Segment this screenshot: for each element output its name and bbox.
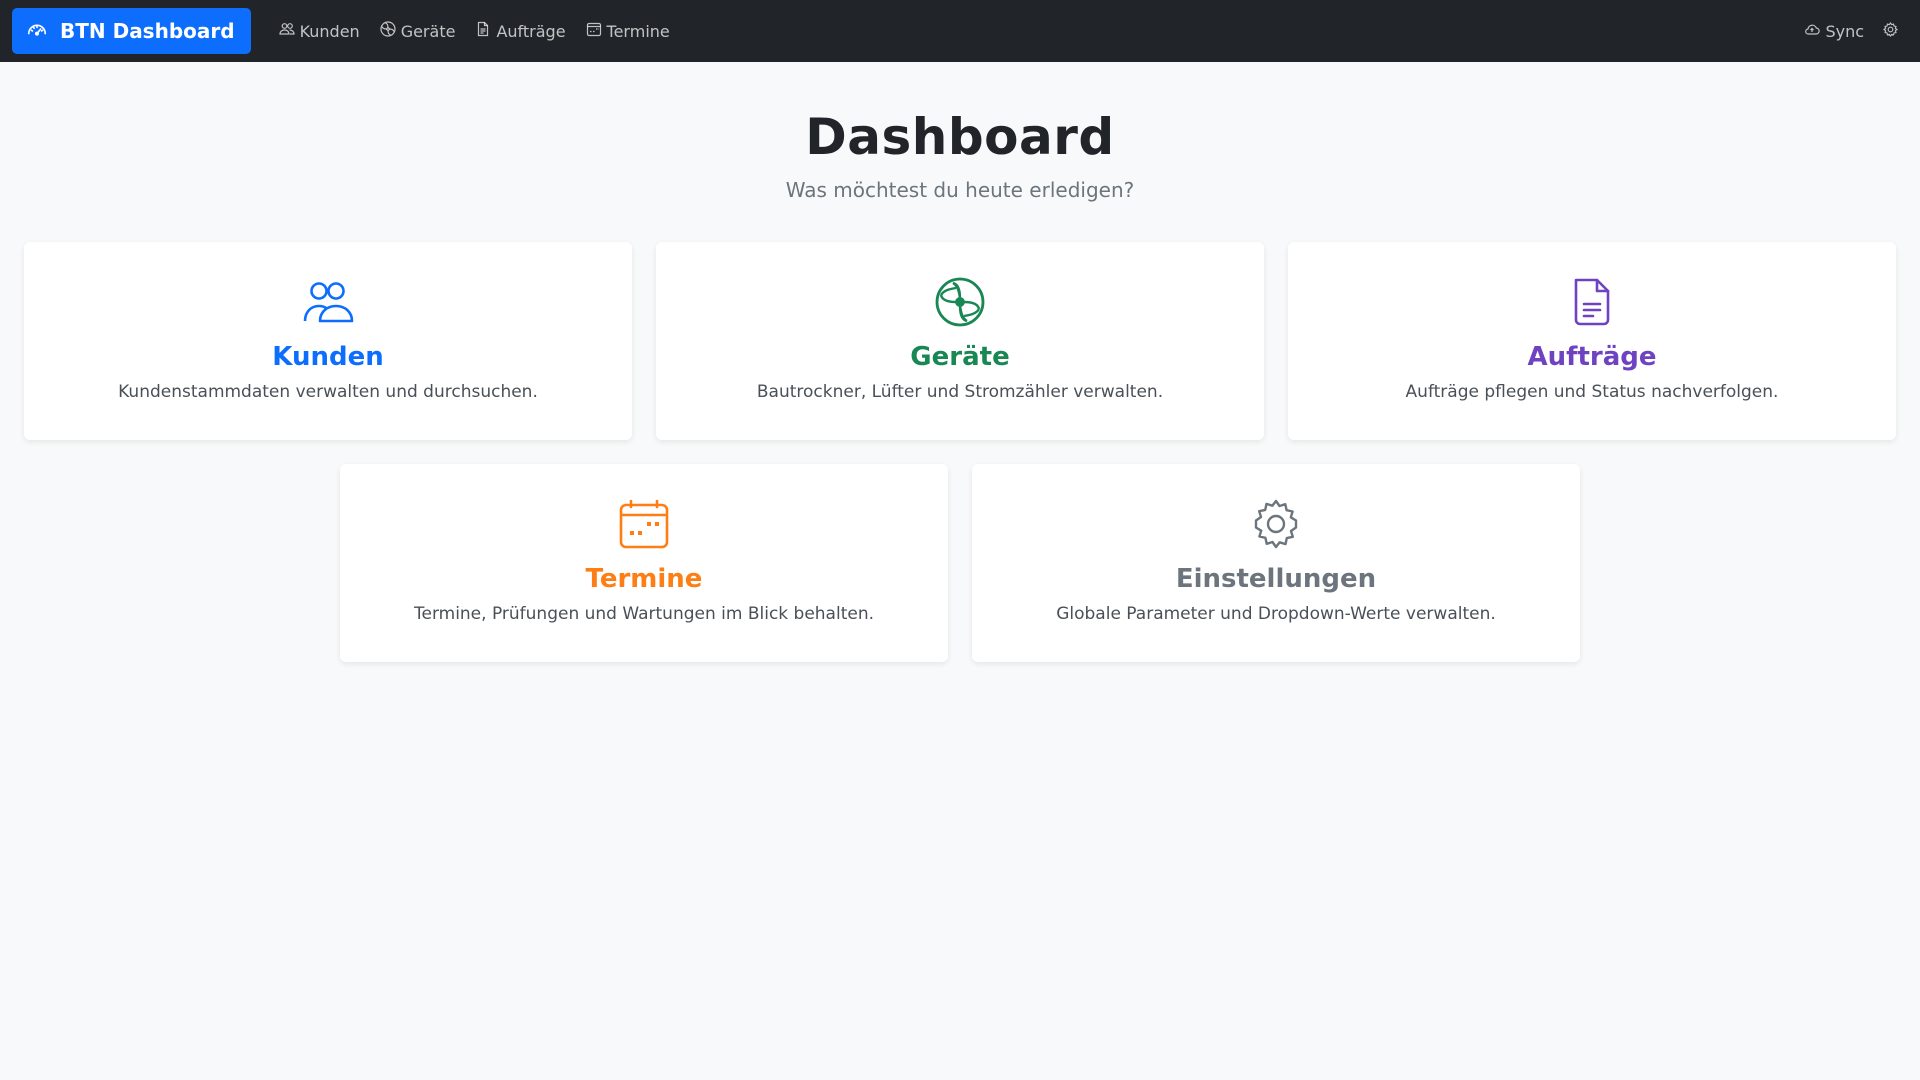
fan-icon (380, 21, 396, 41)
sync-button[interactable]: Sync (1795, 21, 1873, 41)
card-title: Aufträge (1527, 342, 1657, 372)
settings-button[interactable] (1873, 21, 1908, 42)
fan-icon (934, 276, 986, 328)
nav-link-kunden[interactable]: Kunden (269, 21, 370, 41)
card-title: Termine (585, 564, 703, 594)
document-icon (1566, 276, 1618, 328)
card-termine[interactable]: Termine Termine, Prüfungen und Wartungen… (340, 464, 948, 662)
nav-link-label: Kunden (299, 21, 360, 41)
card-auftraege[interactable]: Aufträge Aufträge pflegen und Status nac… (1288, 242, 1896, 440)
page-header: Dashboard Was möchtest du heute erledige… (0, 62, 1920, 202)
nav-link-auftraege[interactable]: Aufträge (465, 21, 575, 41)
card-description: Bautrockner, Lüfter und Stromzähler verw… (756, 382, 1164, 402)
nav-link-termine[interactable]: Termine (576, 21, 680, 41)
nav-link-label: Aufträge (496, 21, 566, 41)
sync-label: Sync (1825, 21, 1864, 41)
brand-label: BTN Dashboard (60, 19, 235, 43)
card-description: Termine, Prüfungen und Wartungen im Blic… (413, 604, 875, 624)
card-title: Kunden (272, 342, 384, 372)
top-navbar: BTN Dashboard Kunden Geräte Aufträge Ter… (0, 0, 1920, 62)
cloud-upload-icon (1804, 21, 1821, 41)
card-description: Aufträge pflegen und Status nachverfolge… (1405, 382, 1779, 402)
page-subtitle: Was möchtest du heute erledigen? (785, 178, 1135, 202)
people-icon (278, 21, 295, 41)
document-icon (475, 21, 491, 41)
nav-link-label: Termine (606, 21, 670, 41)
card-geraete[interactable]: Geräte Bautrockner, Lüfter und Stromzähl… (656, 242, 1264, 440)
navbar-right: Sync (1795, 21, 1908, 42)
calendar-icon (586, 21, 602, 41)
card-description: Globale Parameter und Dropdown-Werte ver… (1056, 604, 1496, 624)
card-kunden[interactable]: Kunden Kundenstammdaten verwalten und du… (24, 242, 632, 440)
card-einstellungen[interactable]: Einstellungen Globale Parameter und Drop… (972, 464, 1580, 662)
dashboard-cards: Kunden Kundenstammdaten verwalten und du… (0, 242, 1920, 662)
card-description: Kundenstammdaten verwalten und durchsuch… (118, 382, 538, 402)
brand-button[interactable]: BTN Dashboard (12, 8, 251, 54)
people-icon (302, 276, 354, 328)
nav-link-label: Geräte (400, 21, 456, 41)
gear-icon (1250, 498, 1302, 550)
speedometer-icon (26, 18, 48, 45)
page-title: Dashboard (805, 108, 1115, 166)
nav-link-geraete[interactable]: Geräte (370, 21, 466, 41)
card-title: Einstellungen (1175, 564, 1377, 594)
card-title: Geräte (910, 342, 1010, 372)
gear-icon (1882, 21, 1899, 42)
calendar-icon (618, 498, 670, 550)
